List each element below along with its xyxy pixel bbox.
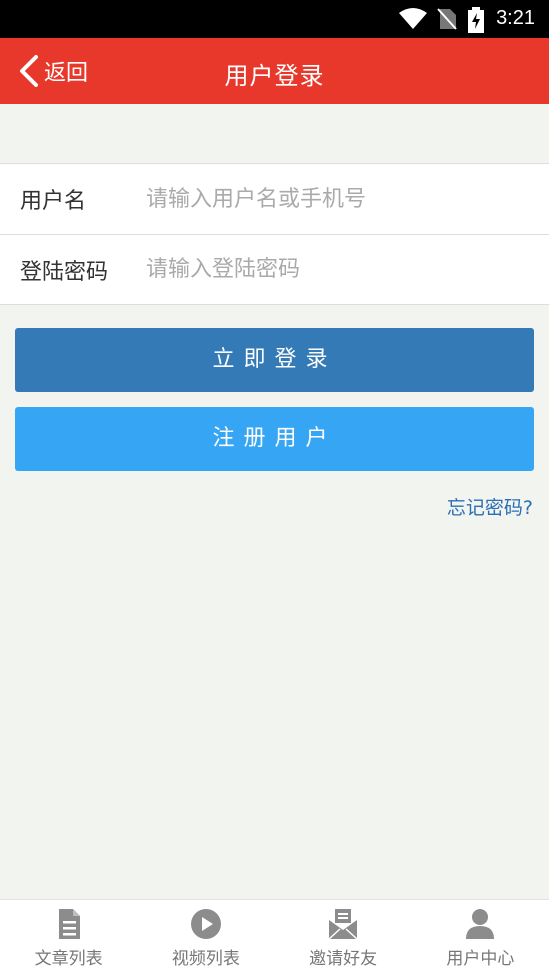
battery-charging-icon — [468, 7, 484, 33]
login-form: 用户名 登陆密码 — [0, 163, 549, 305]
username-label: 用户名 — [20, 189, 87, 214]
tab-label: 文章列表 — [34, 949, 103, 969]
no-sim-icon — [437, 8, 457, 30]
password-row: 登陆密码 — [0, 234, 549, 304]
bottom-tab-bar: 文章列表 视频列表 邀请好友 用户中心 — [0, 899, 549, 976]
username-input[interactable] — [146, 186, 536, 212]
password-label: 登陆密码 — [20, 259, 109, 285]
status-bar: 3:21 — [0, 0, 549, 38]
wifi-icon — [399, 8, 427, 29]
app-header: 返回 用户登录 — [0, 38, 549, 104]
tab-user-center[interactable]: 用户中心 — [412, 900, 549, 976]
forgot-password-link[interactable]: 忘记密码? — [447, 493, 533, 520]
page-title: 用户登录 — [224, 62, 325, 90]
password-input[interactable] — [146, 257, 536, 282]
envelope-icon — [328, 909, 358, 940]
tab-label: 用户中心 — [446, 949, 515, 969]
status-time: 3:21 — [496, 7, 535, 29]
tab-label: 视频列表 — [171, 949, 240, 969]
username-row: 用户名 — [0, 164, 549, 234]
tab-invite-friends[interactable]: 邀请好友 — [275, 900, 412, 976]
user-icon — [466, 909, 495, 939]
document-icon — [58, 909, 80, 939]
tab-article-list[interactable]: 文章列表 — [0, 900, 137, 976]
play-icon — [190, 909, 221, 939]
tab-video-list[interactable]: 视频列表 — [137, 900, 274, 976]
register-button[interactable]: 注册用户 — [15, 407, 534, 471]
tab-label: 邀请好友 — [309, 949, 378, 969]
login-button[interactable]: 立即登录 — [15, 328, 534, 392]
